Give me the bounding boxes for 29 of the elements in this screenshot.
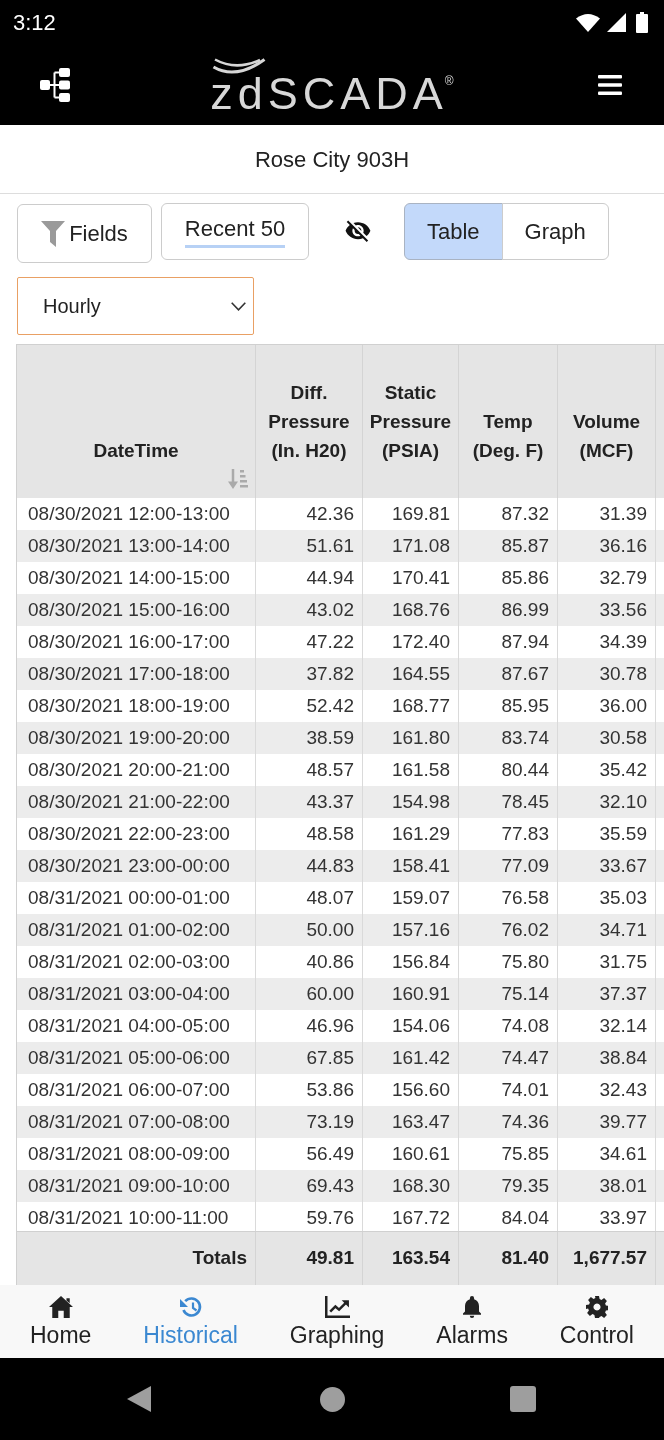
signal-icon xyxy=(607,13,626,32)
nav-tab[interactable]: Historical xyxy=(143,1285,238,1358)
filter-icon xyxy=(41,220,66,247)
line-chart-icon xyxy=(324,1296,350,1318)
home-icon xyxy=(48,1296,73,1318)
swoosh-icon xyxy=(212,58,267,77)
nav-tab[interactable]: Control xyxy=(559,1285,634,1358)
gear-icon xyxy=(585,1296,608,1318)
home-button-icon[interactable] xyxy=(320,1386,345,1412)
bell-icon xyxy=(463,1296,482,1318)
hierarchy-icon[interactable] xyxy=(40,68,70,102)
clock: 3:12 xyxy=(13,11,56,34)
nav-tab[interactable]: Home xyxy=(30,1285,92,1358)
page-title: Rose City 903H xyxy=(254,145,410,174)
interval-select[interactable]: Hourly xyxy=(17,277,254,335)
chevron-down-icon xyxy=(231,301,246,311)
wifi-icon xyxy=(576,13,600,32)
history-icon xyxy=(178,1296,203,1318)
nav-tab[interactable]: Alarms xyxy=(436,1285,508,1358)
view-toggle-tab[interactable]: Table xyxy=(404,203,503,260)
view-toggle-tab[interactable]: Graph xyxy=(501,203,609,260)
recent-button[interactable]: Recent 50 xyxy=(161,203,309,260)
sort-icon xyxy=(228,469,248,489)
eye-slash-icon[interactable] xyxy=(345,220,371,242)
battery-icon xyxy=(636,12,648,33)
back-icon[interactable] xyxy=(127,1386,151,1412)
nav-tab[interactable]: Graphing xyxy=(289,1285,385,1358)
fields-button[interactable]: Fields xyxy=(17,204,152,263)
menu-icon[interactable] xyxy=(598,75,622,95)
